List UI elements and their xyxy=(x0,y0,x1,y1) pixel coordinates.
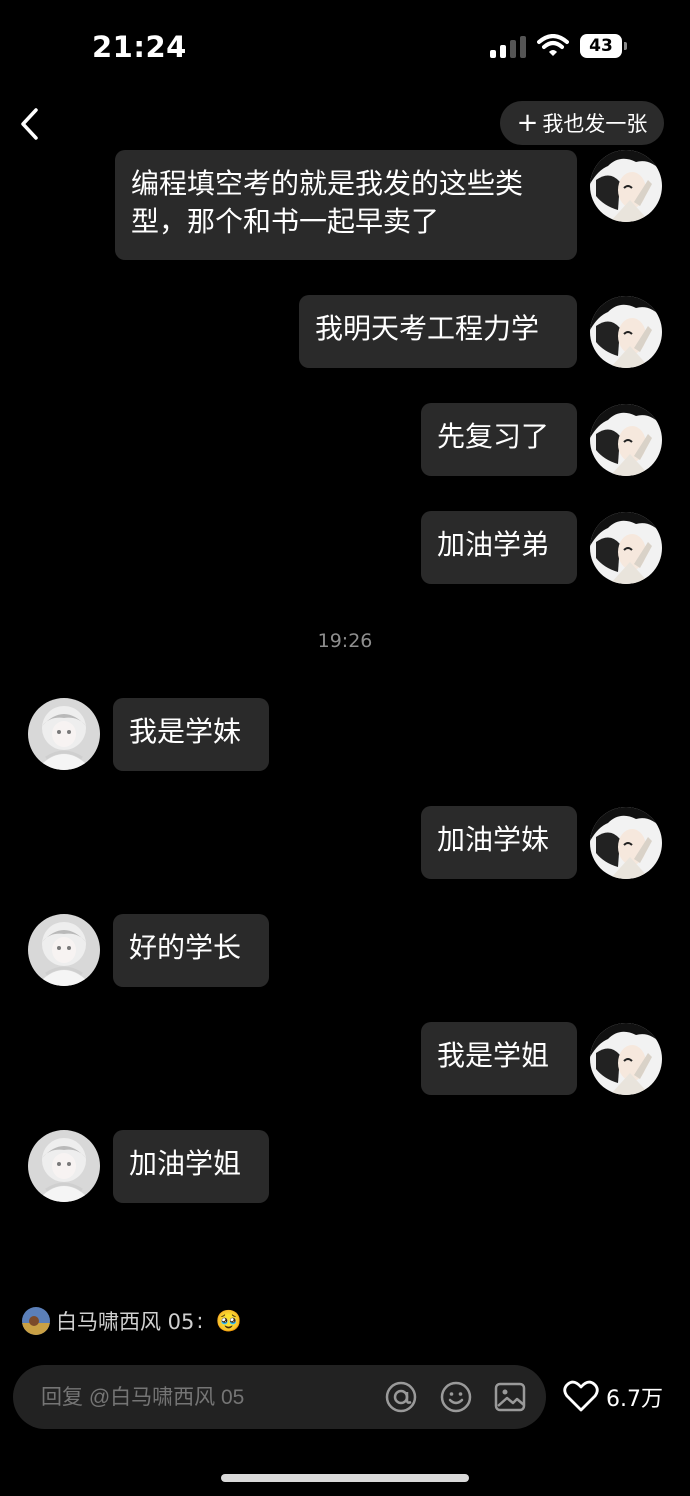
message-bubble[interactable]: 编程填空考的就是我发的这些类型，那个和书一起早卖了 xyxy=(115,150,577,260)
message-text: 编程填空考的就是我发的这些类型，那个和书一起早卖了 xyxy=(131,167,524,238)
time-separator: 19:26 xyxy=(317,630,373,652)
self-avatar[interactable] xyxy=(590,512,662,584)
battery-level: 43 xyxy=(589,36,613,56)
status-bar: 21:24 43 xyxy=(0,0,690,90)
message-text: 我是学姐 xyxy=(437,1039,550,1072)
back-chevron-icon[interactable] xyxy=(14,104,50,144)
self-avatar[interactable] xyxy=(590,150,662,222)
post-button-label: 我也发一张 xyxy=(542,112,648,136)
battery-icon: 43 xyxy=(580,34,628,58)
comment-preview[interactable]: 白马啸西风 05 : 🥹 xyxy=(22,1305,242,1337)
plus-icon: + xyxy=(516,108,539,138)
comment-separator: : xyxy=(196,1309,204,1333)
message-bubble[interactable]: 先复习了 xyxy=(421,403,577,476)
cellular-signal-icon xyxy=(490,36,526,58)
message-bubble[interactable]: 加油学妹 xyxy=(421,806,577,879)
self-avatar[interactable] xyxy=(590,807,662,879)
like-count: 6.7万 xyxy=(606,1387,663,1412)
self-avatar[interactable] xyxy=(590,296,662,368)
contact-avatar[interactable] xyxy=(28,914,100,986)
at-icon[interactable] xyxy=(385,1381,417,1413)
emoji-icon[interactable] xyxy=(440,1381,472,1413)
commenter-avatar xyxy=(22,1307,50,1335)
message-text: 我明天考工程力学 xyxy=(315,312,540,345)
message-bubble[interactable]: 我是学妹 xyxy=(113,698,269,771)
home-indicator[interactable] xyxy=(221,1474,469,1482)
message-text: 我是学妹 xyxy=(129,715,242,748)
message-bubble[interactable]: 加油学姐 xyxy=(113,1130,269,1203)
message-text: 先复习了 xyxy=(437,420,550,453)
message-text: 加油学妹 xyxy=(437,823,550,856)
message-bubble[interactable]: 我明天考工程力学 xyxy=(299,295,577,368)
contact-avatar[interactable] xyxy=(28,698,100,770)
status-time: 21:24 xyxy=(92,30,187,64)
image-icon[interactable] xyxy=(494,1381,526,1413)
self-avatar[interactable] xyxy=(590,1023,662,1095)
reply-input[interactable] xyxy=(39,1365,373,1431)
message-bubble[interactable]: 加油学弟 xyxy=(421,511,577,584)
comment-emoji: 🥹 xyxy=(215,1308,242,1333)
wifi-icon xyxy=(537,34,569,56)
post-one-button[interactable]: + 我也发一张 xyxy=(500,101,664,145)
heart-icon[interactable] xyxy=(563,1379,599,1413)
message-text: 好的学长 xyxy=(129,931,242,964)
contact-avatar[interactable] xyxy=(28,1130,100,1202)
reply-bar xyxy=(13,1365,546,1431)
message-bubble[interactable]: 我是学姐 xyxy=(421,1022,577,1095)
commenter-name: 白马啸西风 05 xyxy=(56,1310,195,1334)
message-bubble[interactable]: 好的学长 xyxy=(113,914,269,987)
message-text: 加油学弟 xyxy=(437,528,550,561)
message-text: 加油学姐 xyxy=(129,1147,242,1180)
self-avatar[interactable] xyxy=(590,404,662,476)
